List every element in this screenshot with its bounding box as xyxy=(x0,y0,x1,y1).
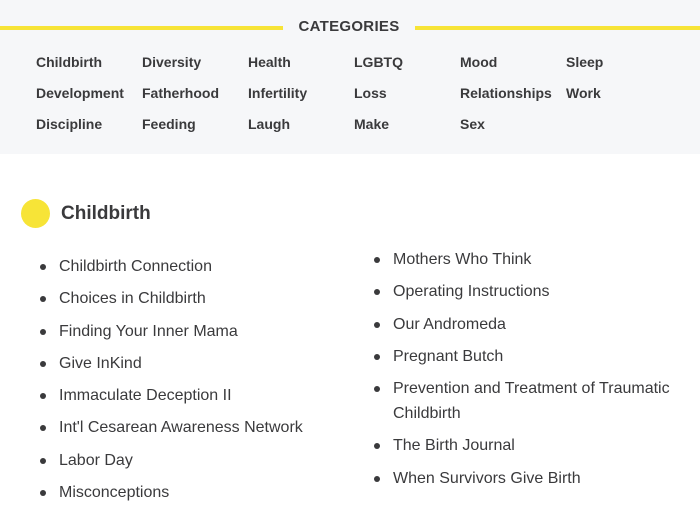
category-link[interactable]: Fatherhood xyxy=(142,85,219,101)
link-list-item[interactable]: When Survivors Give Birth xyxy=(374,466,674,491)
bullet-icon xyxy=(374,443,380,450)
category-link[interactable]: Make xyxy=(354,116,389,132)
header-divider-left xyxy=(0,26,283,30)
category-link[interactable]: Feeding xyxy=(142,116,196,132)
link-list-item[interactable]: Misconceptions xyxy=(40,480,340,505)
link-text[interactable]: Labor Day xyxy=(59,452,133,469)
category-link[interactable]: Sex xyxy=(460,116,485,132)
category-link[interactable]: Relationships xyxy=(460,85,552,101)
category-link[interactable]: Sleep xyxy=(566,54,603,70)
link-list-item[interactable]: Mothers Who Think xyxy=(374,247,674,272)
category-link[interactable]: Health xyxy=(248,54,291,70)
link-list-item[interactable]: Pregnant Butch xyxy=(374,344,674,369)
link-text[interactable]: When Survivors Give Birth xyxy=(393,470,581,487)
bullet-icon xyxy=(374,257,380,263)
category-link[interactable]: Development xyxy=(36,85,124,101)
link-list-item[interactable]: Operating Instructions xyxy=(374,279,674,304)
links-list-left: Childbirth Connection Choices in Childbir… xyxy=(40,254,340,512)
category-link[interactable]: Laugh xyxy=(248,116,290,132)
link-list-item[interactable]: Int'l Cesarean Awareness Network xyxy=(40,415,340,440)
bullet-icon xyxy=(40,264,46,270)
bullet-icon xyxy=(374,386,380,393)
link-list-item[interactable]: The Birth Journal xyxy=(374,433,674,458)
link-text[interactable]: Mothers Who Think xyxy=(393,251,531,268)
link-text[interactable]: Childbirth Connection xyxy=(59,258,212,275)
link-text[interactable]: The Birth Journal xyxy=(393,437,515,454)
category-link[interactable]: Infertility xyxy=(248,85,307,101)
link-text[interactable]: Finding Your Inner Mama xyxy=(59,323,238,340)
category-link[interactable]: Mood xyxy=(460,54,497,70)
link-text[interactable]: Pregnant Butch xyxy=(393,348,503,365)
link-list-item[interactable]: Finding Your Inner Mama xyxy=(40,319,340,344)
bullet-icon xyxy=(40,457,46,464)
categories-panel: CATEGORIES Childbirth Development Discipli… xyxy=(0,0,700,154)
links-list-right: Mothers Who Think Operating Instructions O… xyxy=(374,247,674,498)
category-link[interactable]: LGBTQ xyxy=(354,54,403,70)
bullet-icon xyxy=(374,321,380,328)
section-dot-icon xyxy=(21,199,50,228)
category-link[interactable]: Work xyxy=(566,85,601,101)
category-link[interactable]: Discipline xyxy=(36,116,102,132)
header-divider-right xyxy=(415,26,700,30)
link-list-item[interactable]: Choices in Childbirth xyxy=(40,286,340,311)
link-text[interactable]: Int'l Cesarean Awareness Network xyxy=(59,419,303,436)
link-text[interactable]: Immaculate Deception II xyxy=(59,387,232,404)
bullet-icon xyxy=(374,475,380,482)
bullet-icon xyxy=(374,353,380,360)
bullet-icon xyxy=(40,393,46,400)
link-text[interactable]: Misconceptions xyxy=(59,484,169,501)
section-title: Childbirth xyxy=(61,203,151,224)
bullet-icon xyxy=(374,289,380,296)
link-text[interactable]: Give InKind xyxy=(59,355,142,372)
link-list-item[interactable]: Prevention and Treatment of Traumatic Ch… xyxy=(374,376,674,426)
link-list-item[interactable]: Our Andromeda xyxy=(374,312,674,337)
categories-title: CATEGORIES xyxy=(298,18,400,35)
childbirth-section: Childbirth Childbirth Connection Choices … xyxy=(0,154,700,525)
bullet-icon xyxy=(40,490,46,497)
link-list-item[interactable]: Give InKind xyxy=(40,351,340,376)
link-text[interactable]: Our Andromeda xyxy=(393,316,506,333)
category-link[interactable]: Loss xyxy=(354,85,387,101)
link-list-item[interactable]: Childbirth Connection xyxy=(40,254,340,279)
bullet-icon xyxy=(40,425,46,432)
link-text[interactable]: Prevention and Treatment of Traumatic Ch… xyxy=(393,380,670,422)
bullet-icon xyxy=(40,296,46,303)
link-text[interactable]: Operating Instructions xyxy=(393,283,550,300)
bullet-icon xyxy=(40,360,46,367)
category-link[interactable]: Childbirth xyxy=(36,54,102,70)
link-list-item[interactable]: Immaculate Deception II xyxy=(40,383,340,408)
link-list-item[interactable]: Labor Day xyxy=(40,448,340,473)
link-text[interactable]: Choices in Childbirth xyxy=(59,290,206,307)
categories-header: CATEGORIES xyxy=(0,14,700,42)
category-link[interactable]: Diversity xyxy=(142,54,201,70)
bullet-icon xyxy=(40,328,46,335)
